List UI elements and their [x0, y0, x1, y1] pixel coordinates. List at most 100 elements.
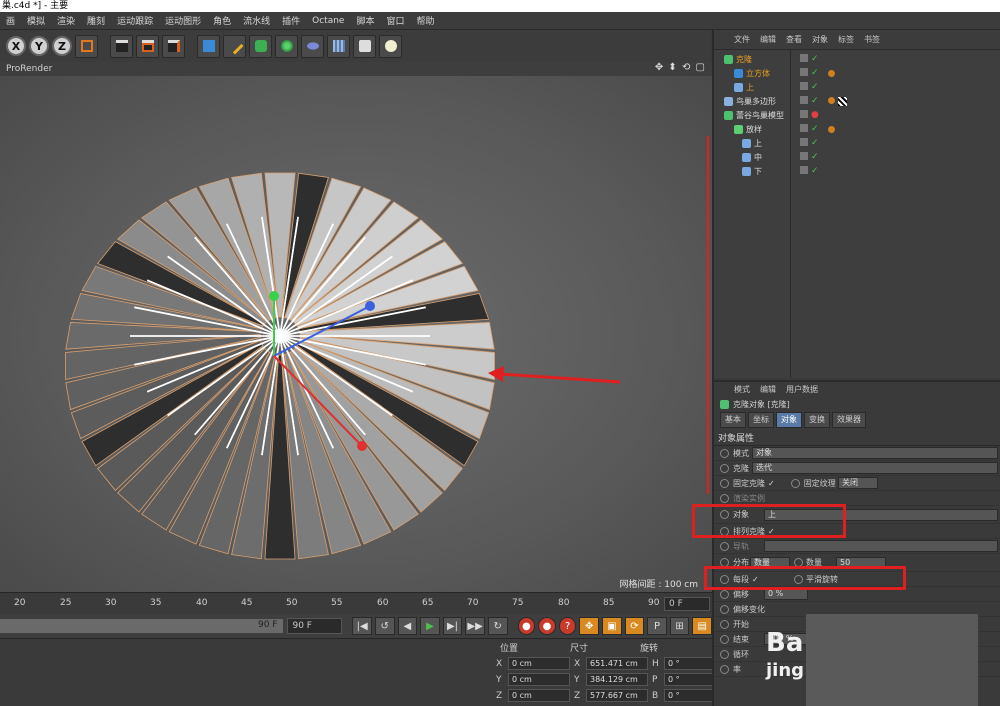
fix-clone-checkbox[interactable]: ✓ — [768, 479, 775, 488]
position-key-icon[interactable]: ✥ — [579, 617, 600, 635]
x-axis-handle-tip[interactable] — [357, 441, 367, 451]
animate-radio[interactable] — [720, 604, 729, 614]
animate-radio[interactable] — [720, 589, 729, 599]
om-menu-view[interactable]: 查看 — [786, 34, 802, 45]
z-axis-handle-tip[interactable] — [365, 301, 375, 311]
pos-y-field[interactable]: 0 cm — [508, 673, 570, 686]
om-menu-object[interactable]: 对象 — [812, 34, 828, 45]
size-y-field[interactable]: 384.129 cm — [586, 673, 648, 686]
3d-viewport[interactable]: 网格间距 : 100 cm — [0, 76, 712, 592]
point-level-key-icon[interactable]: ⊞ — [669, 617, 690, 635]
tab-coord[interactable]: 坐标 — [748, 412, 774, 428]
animate-radio[interactable] — [720, 478, 729, 488]
am-menu-userdata[interactable]: 用户数据 — [786, 384, 818, 395]
am-menu-mode[interactable]: 模式 — [734, 384, 750, 395]
coordinate-system-icon[interactable] — [75, 34, 98, 58]
tab-basic[interactable]: 基本 — [720, 412, 746, 428]
z-axis-lock-button[interactable]: Z — [52, 36, 72, 56]
menu-item[interactable]: 运动图形 — [159, 14, 207, 27]
go-to-start-icon[interactable]: |◀ — [352, 617, 372, 635]
subdivision-icon[interactable] — [249, 34, 272, 58]
render-view-icon[interactable] — [110, 34, 133, 58]
prev-key-icon[interactable]: ↺ — [374, 617, 395, 635]
camera-icon[interactable] — [353, 34, 376, 58]
menu-item[interactable]: 窗口 — [380, 14, 410, 27]
animate-radio[interactable] — [720, 493, 729, 503]
size-x-field[interactable]: 651.471 cm — [586, 657, 648, 670]
object-row-cube[interactable]: 立方体 ✓ — [720, 66, 1000, 80]
keyframe-selection-icon[interactable]: ? — [558, 617, 577, 635]
clone-mode-select[interactable]: 迭代 — [752, 462, 998, 474]
object-row-nest-model[interactable]: 蕾谷鸟巢模型 ● — [720, 108, 1000, 122]
menu-item[interactable]: 脚本 — [350, 14, 380, 27]
om-menu-bookmarks[interactable]: 书签 — [864, 34, 880, 45]
menu-item[interactable]: 帮助 — [411, 14, 441, 27]
menu-item[interactable]: 插件 — [276, 14, 306, 27]
mode-select[interactable]: 对象 — [752, 447, 998, 459]
pen-icon[interactable] — [223, 34, 246, 58]
light-icon[interactable] — [379, 34, 402, 58]
object-row-spline-top[interactable]: 上 ✓ — [720, 80, 1000, 94]
om-menu-edit[interactable]: 编辑 — [760, 34, 776, 45]
animate-radio[interactable] — [720, 634, 729, 644]
animate-radio[interactable] — [720, 463, 729, 473]
menu-item[interactable]: 画 — [0, 14, 21, 27]
rotation-key-icon[interactable]: ⟳ — [624, 617, 645, 635]
animate-radio[interactable] — [720, 649, 729, 659]
auto-key-icon[interactable]: ● — [538, 617, 556, 635]
record-keys-icon[interactable]: ● — [517, 617, 536, 635]
prev-frame-icon[interactable]: ◀ — [397, 617, 418, 635]
preview-range-slider[interactable]: 90 F — [0, 619, 284, 633]
pos-x-field[interactable]: 0 cm — [508, 657, 570, 670]
object-row-nest-polygon[interactable]: 鸟巢多边形 ✓ — [720, 94, 1000, 108]
viewport-menu-prorender[interactable]: ProRender — [6, 64, 52, 74]
tab-transform[interactable]: 变换 — [804, 412, 830, 428]
animate-radio[interactable] — [790, 478, 800, 488]
cube-icon[interactable] — [197, 34, 220, 58]
timeline-ruler[interactable]: 20 25 30 35 40 45 50 55 60 65 70 75 80 8… — [0, 592, 712, 614]
next-key-icon[interactable]: ↻ — [487, 617, 508, 635]
y-axis-lock-button[interactable]: Y — [29, 36, 49, 56]
floor-icon[interactable] — [327, 34, 350, 58]
x-axis-lock-button[interactable]: X — [6, 36, 26, 56]
menu-item[interactable]: 运动跟踪 — [111, 14, 159, 27]
current-frame-field[interactable]: 0 F — [664, 597, 710, 611]
next-frame-icon[interactable]: ▶| — [442, 617, 463, 635]
object-row-spline-middle[interactable]: 中 ✓ — [720, 150, 1000, 164]
object-row-spline-lower[interactable]: 下 ✓ — [720, 164, 1000, 178]
am-menu-edit[interactable]: 编辑 — [760, 384, 776, 395]
menu-item[interactable]: 模拟 — [21, 14, 51, 27]
animate-radio[interactable] — [720, 541, 729, 551]
object-row-loft[interactable]: 放样 ✓ — [720, 122, 1000, 136]
menu-item[interactable]: Octane — [306, 16, 350, 26]
menu-item[interactable]: 渲染 — [51, 14, 81, 27]
menu-item[interactable]: 雕刻 — [81, 14, 111, 27]
om-menu-tags[interactable]: 标签 — [838, 34, 854, 45]
viewport-navigation-icons[interactable]: ✥ ⬍ ⟲ ▢ — [655, 62, 706, 73]
deformer-icon[interactable] — [301, 34, 324, 58]
object-row-spline-upper[interactable]: 上 ✓ — [720, 136, 1000, 150]
go-to-end-icon[interactable]: ▶▶ — [465, 617, 485, 635]
render-picture-icon[interactable] — [136, 34, 159, 58]
rail-link-field[interactable] — [764, 540, 998, 552]
animate-radio[interactable] — [720, 619, 729, 629]
tab-effectors[interactable]: 效果器 — [832, 412, 866, 428]
parameter-key-icon[interactable]: P — [647, 617, 667, 635]
end-frame-field[interactable]: 90 F — [287, 618, 343, 634]
cloner-icon[interactable] — [275, 34, 298, 58]
animate-radio[interactable] — [720, 664, 729, 674]
pos-z-field[interactable]: 0 cm — [508, 689, 570, 702]
y-axis-handle-tip[interactable] — [269, 291, 279, 301]
om-menu-file[interactable]: 文件 — [734, 34, 750, 45]
size-z-field[interactable]: 577.667 cm — [586, 689, 648, 702]
timeline-window-icon[interactable]: ▤ — [692, 617, 712, 635]
tab-object[interactable]: 对象 — [776, 412, 802, 428]
fix-texture-select[interactable]: 关闭 — [838, 477, 878, 489]
render-settings-icon[interactable] — [162, 34, 185, 58]
play-icon[interactable]: ▶ — [420, 617, 440, 635]
menu-item[interactable]: 角色 — [207, 14, 237, 27]
scale-key-icon[interactable]: ▣ — [602, 617, 622, 635]
animate-radio[interactable] — [720, 448, 729, 458]
object-row-cloner[interactable]: 克隆 ✓ — [720, 52, 1000, 66]
menu-item[interactable]: 流水线 — [237, 14, 276, 27]
